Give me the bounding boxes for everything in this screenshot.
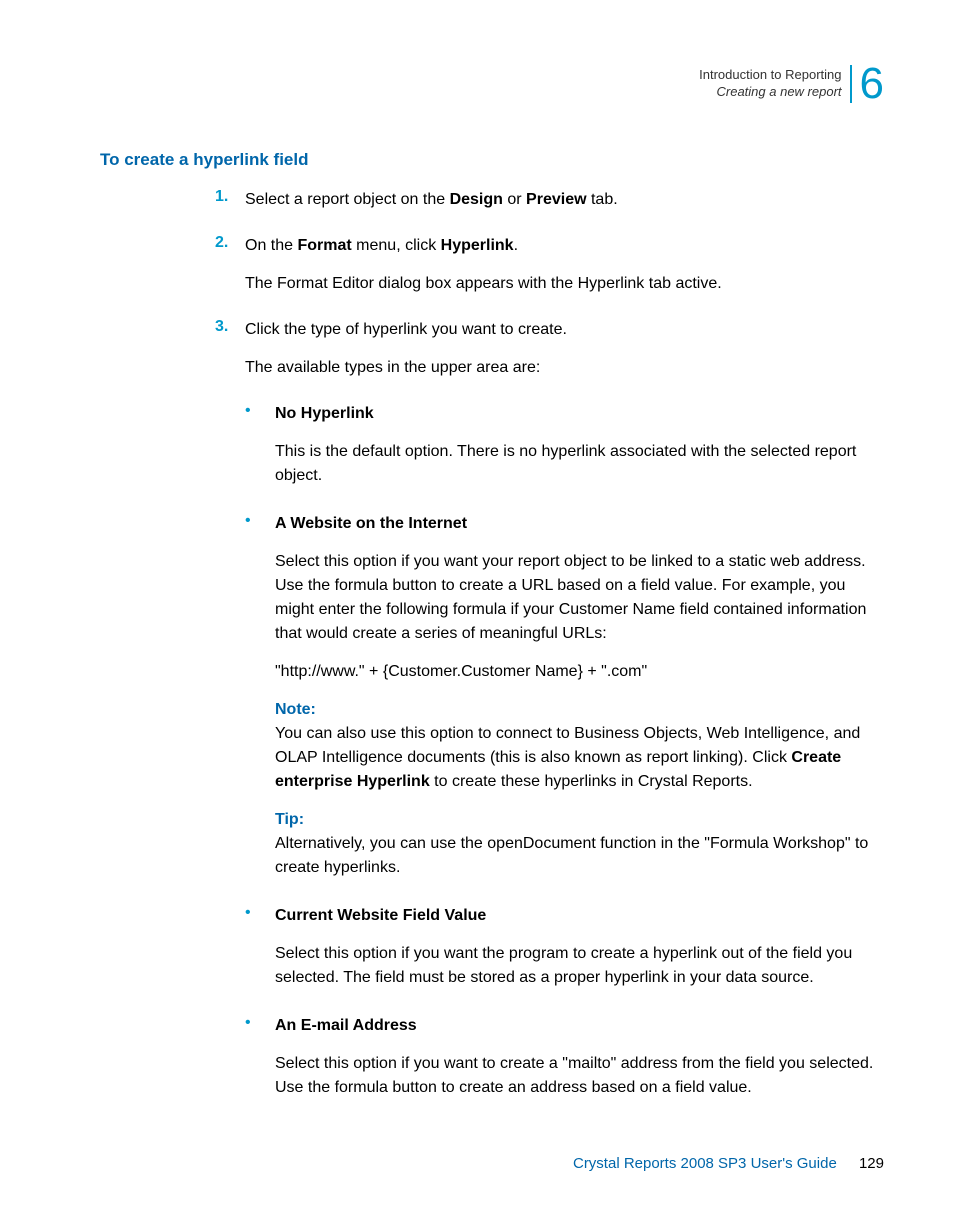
bullet-website-code: "http://www." + {Customer.Customer Name}… xyxy=(275,660,884,684)
step-3-after: The available types in the upper area ar… xyxy=(245,356,884,380)
note-text-a: You can also use this option to connect … xyxy=(275,725,860,766)
bullet-no-hyperlink-body: No Hyperlink This is the default option.… xyxy=(275,402,884,502)
header-section-title: Creating a new report xyxy=(699,84,841,101)
section-heading: To create a hyperlink field xyxy=(100,150,884,170)
step-3-body: Click the type of hyperlink you want to … xyxy=(245,318,884,394)
tip-label: Tip: xyxy=(275,811,304,828)
bullet-current-field: • Current Website Field Value Select thi… xyxy=(245,904,884,1004)
bullet-website: • A Website on the Internet Select this … xyxy=(245,512,884,894)
footer-guide-name: Crystal Reports 2008 SP3 User's Guide xyxy=(573,1155,837,1172)
bullet-website-title: A Website on the Internet xyxy=(275,512,884,536)
step-3: 3. Click the type of hyperlink you want … xyxy=(215,318,884,394)
step-1-marker: 1. xyxy=(215,188,245,226)
bullet-email-text: Select this option if you want to create… xyxy=(275,1052,884,1100)
step-2-after: The Format Editor dialog box appears wit… xyxy=(245,272,884,296)
bullet-marker: • xyxy=(245,1014,275,1114)
header-chapter-title: Introduction to Reporting xyxy=(699,67,841,84)
bullet-email-title: An E-mail Address xyxy=(275,1014,884,1038)
step-1-body: Select a report object on the Design or … xyxy=(245,188,884,226)
step-2-bold-b: Hyperlink xyxy=(441,237,514,254)
bullet-no-hyperlink-text: This is the default option. There is no … xyxy=(275,440,884,488)
step-2-text-b: menu, click xyxy=(352,237,441,254)
bullet-website-body: A Website on the Internet Select this op… xyxy=(275,512,884,894)
bullet-no-hyperlink-title: No Hyperlink xyxy=(275,402,884,426)
bullet-marker: • xyxy=(245,904,275,1004)
bullet-email-body: An E-mail Address Select this option if … xyxy=(275,1014,884,1114)
bullet-current-field-body: Current Website Field Value Select this … xyxy=(275,904,884,1004)
bullet-marker: • xyxy=(245,402,275,502)
step-2: 2. On the Format menu, click Hyperlink. … xyxy=(215,234,884,310)
step-1: 1. Select a report object on the Design … xyxy=(215,188,884,226)
bullet-website-text: Select this option if you want your repo… xyxy=(275,550,884,646)
footer-page-number: 129 xyxy=(859,1155,884,1172)
tip-text: Alternatively, you can use the openDocum… xyxy=(275,835,868,876)
step-1-text-b: or xyxy=(503,191,526,208)
bullet-marker: • xyxy=(245,512,275,894)
note-text-b: to create these hyperlinks in Crystal Re… xyxy=(430,773,753,790)
step-1-bold-a: Design xyxy=(450,191,503,208)
step-1-text-c: tab. xyxy=(587,191,618,208)
step-1-bold-b: Preview xyxy=(526,191,586,208)
chapter-number: 6 xyxy=(860,62,884,106)
step-1-text-a: Select a report object on the xyxy=(245,191,450,208)
bullet-email: • An E-mail Address Select this option i… xyxy=(245,1014,884,1114)
header-text: Introduction to Reporting Creating a new… xyxy=(699,67,841,101)
page-footer: Crystal Reports 2008 SP3 User's Guide 12… xyxy=(573,1155,884,1172)
step-2-text-c: . xyxy=(514,237,518,254)
step-2-body: On the Format menu, click Hyperlink. The… xyxy=(245,234,884,310)
bullet-current-field-text: Select this option if you want the progr… xyxy=(275,942,884,990)
note-label: Note: xyxy=(275,701,316,718)
page-header: Introduction to Reporting Creating a new… xyxy=(699,62,884,106)
step-3-marker: 3. xyxy=(215,318,245,394)
bullet-current-field-title: Current Website Field Value xyxy=(275,904,884,928)
step-2-text-a: On the xyxy=(245,237,297,254)
step-2-marker: 2. xyxy=(215,234,245,310)
step-3-text: Click the type of hyperlink you want to … xyxy=(245,318,884,342)
bullet-no-hyperlink: • No Hyperlink This is the default optio… xyxy=(245,402,884,502)
page-content: To create a hyperlink field 1. Select a … xyxy=(100,150,884,1124)
header-divider xyxy=(850,65,852,103)
step-2-bold-a: Format xyxy=(297,237,351,254)
